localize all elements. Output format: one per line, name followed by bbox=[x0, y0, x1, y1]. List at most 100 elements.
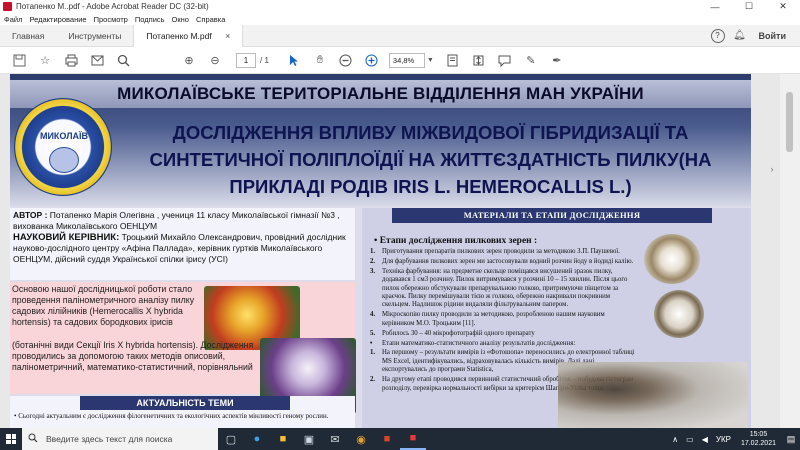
clock-date: 17.02.2021 bbox=[740, 440, 776, 447]
zoom-level-input[interactable]: 34,8% bbox=[388, 52, 425, 68]
search-icon bbox=[28, 433, 38, 446]
start-button[interactable] bbox=[0, 428, 22, 450]
intro-text: Основою нашої дослідницької роботи стало… bbox=[12, 284, 195, 327]
search-icon[interactable] bbox=[112, 49, 134, 71]
author-section: АВТОР : Потапенко Марія Олегівна , учени… bbox=[10, 208, 355, 280]
menu-window[interactable]: Окно bbox=[172, 15, 189, 24]
task-view-icon[interactable]: ▢ bbox=[218, 428, 244, 450]
page-total: / 1 bbox=[260, 55, 269, 65]
window-title-bar: Потапенко М..pdf - Adobe Acrobat Reader … bbox=[0, 0, 800, 13]
organization-name: МИКОЛАЇВСЬКЕ ТЕРИТОРІАЛЬНЕ ВІДДІЛЕННЯ МА… bbox=[117, 84, 644, 103]
minimize-button[interactable]: — bbox=[698, 0, 732, 13]
tab-home[interactable]: Главная bbox=[0, 25, 56, 47]
tab-bar: Главная Инструменты Потапенко М.pdf × ? … bbox=[0, 24, 800, 47]
tab-document[interactable]: Потапенко М.pdf × bbox=[133, 24, 244, 47]
zoom-dropdown-icon[interactable]: ▼ bbox=[427, 57, 434, 64]
save-icon[interactable] bbox=[8, 49, 30, 71]
notification-icon[interactable]: ▤ bbox=[782, 428, 800, 450]
relevance-text: • Сьогодні актуальним є дослідження філо… bbox=[14, 412, 329, 420]
poster-title-line-2: СИНТЕТИЧНОЇ ПОЛІПЛОЇДІЇ НА ЖИТТЄЗДАТНІСТ… bbox=[149, 149, 712, 170]
edge-icon[interactable]: ● bbox=[244, 428, 270, 450]
author-text: Потапенко Марія Олегівна , учениця 11 кл… bbox=[13, 210, 340, 231]
bell-icon[interactable]: 🔔︎ bbox=[733, 30, 747, 41]
poster-right-column: МАТЕРІАЛИ ТА ЕТАПИ ДОСЛІДЖЕННЯ • Етапи д… bbox=[362, 208, 751, 430]
poster-left-column: АВТОР : Потапенко Марія Олегівна , учени… bbox=[10, 208, 356, 430]
man-emblem-logo: МИКОЛАЇВ bbox=[14, 98, 112, 196]
pdf-page: МИКОЛАЇВСЬКЕ ТЕРИТОРІАЛЬНЕ ВІДДІЛЕННЯ МА… bbox=[10, 74, 751, 430]
pollen-micrograph-3 bbox=[558, 362, 748, 430]
email-icon[interactable] bbox=[86, 49, 108, 71]
menu-edit[interactable]: Редактирование bbox=[29, 15, 86, 24]
menu-sign[interactable]: Подпись bbox=[135, 15, 165, 24]
list-item: • Етапи математико-статистичного аналізу … bbox=[370, 339, 576, 347]
file-explorer-icon[interactable]: ■ bbox=[270, 428, 296, 450]
toolbar: ☆ ⊕︎ ⊖︎ 1 / 1 ✋︎ 34,8% ▼ ✎ ✒︎ bbox=[0, 47, 800, 74]
zoom-in-icon[interactable] bbox=[361, 49, 383, 71]
fit-page-icon[interactable] bbox=[442, 49, 464, 71]
bookmark-star-icon[interactable]: ☆ bbox=[34, 49, 56, 71]
print-icon[interactable] bbox=[60, 49, 82, 71]
materials-heading: МАТЕРІАЛИ ТА ЕТАПИ ДОСЛІДЖЕННЯ bbox=[392, 208, 712, 223]
menu-help[interactable]: Справка bbox=[196, 15, 225, 24]
list-item: 5. Робилось 30 – 40 мікрофотографій одног… bbox=[370, 329, 535, 337]
organization-banner: МИКОЛАЇВСЬКЕ ТЕРИТОРІАЛЬНЕ ВІДДІЛЕННЯ МА… bbox=[10, 80, 751, 108]
pollen-micrograph-1 bbox=[644, 234, 700, 284]
side-panel-toggle-icon[interactable]: › bbox=[765, 164, 779, 178]
volume-icon[interactable]: ◀︎ bbox=[702, 435, 708, 444]
maximize-button[interactable]: ☐ bbox=[732, 0, 766, 13]
sign-icon[interactable]: ✒︎ bbox=[546, 49, 568, 71]
close-tab-icon[interactable]: × bbox=[225, 31, 230, 41]
windows-taskbar: Введите здесь текст для поиска ▢ ● ■ ▣ ✉… bbox=[0, 428, 800, 450]
poster-title-line-1: ДОСЛІДЖЕННЯ ВПЛИВУ МІЖВИДОВОЇ ГІБРИДИЗАЦ… bbox=[172, 122, 689, 143]
powerpoint-icon[interactable]: ■ bbox=[374, 428, 400, 450]
intro-text-continued: (ботанічні види Секції Iris X hybrida ho… bbox=[12, 340, 254, 372]
chrome-icon[interactable]: ◉ bbox=[348, 428, 374, 450]
list-item: 4. Мікроскопію пилку проводили за методик… bbox=[370, 311, 605, 327]
comment-icon[interactable] bbox=[494, 49, 516, 71]
language-indicator[interactable]: УКР bbox=[716, 435, 731, 444]
network-icon[interactable]: ▭ bbox=[686, 435, 694, 444]
intro-section: Основою нашої дослідницької роботи стало… bbox=[10, 282, 356, 414]
taskbar-search[interactable]: Введите здесь текст для поиска bbox=[22, 428, 218, 450]
system-tray: ∧ ▭ ◀︎ УКР 15:05 17.02.2021 ▤ bbox=[668, 428, 800, 450]
poster-title: ДОСЛІДЖЕННЯ ВПЛИВУ МІЖВИДОВОЇ ГІБРИДИЗАЦ… bbox=[110, 119, 751, 200]
iris-emblem-icon bbox=[49, 147, 79, 173]
hand-tool-icon[interactable]: ✋︎ bbox=[309, 49, 331, 71]
store-icon[interactable]: ▣ bbox=[296, 428, 322, 450]
page-number-input[interactable]: 1 bbox=[236, 52, 256, 68]
tray-expand-icon[interactable]: ∧ bbox=[672, 435, 678, 444]
scrollbar-thumb[interactable] bbox=[786, 92, 793, 152]
next-page-icon[interactable]: ⊖︎ bbox=[204, 49, 226, 71]
list-item: 3. Техніка фарбування: на предметне скель… bbox=[370, 267, 628, 309]
search-placeholder: Введите здесь текст для поиска bbox=[46, 434, 173, 444]
list-item: 1. Приготування препаратів пилкових зерен… bbox=[370, 248, 620, 255]
author-label: АВТОР : bbox=[13, 210, 48, 220]
zoom-out-icon[interactable] bbox=[335, 49, 357, 71]
select-cursor-icon[interactable] bbox=[283, 49, 305, 71]
poster-title-line-3: ПРИКЛАДІ РОДІВ IRIS L. HEMEROCALLIS L.) bbox=[229, 176, 632, 197]
menu-view[interactable]: Просмотр bbox=[94, 15, 128, 24]
document-viewport[interactable]: МИКОЛАЇВСЬКЕ ТЕРИТОРІАЛЬНЕ ВІДДІЛЕННЯ МА… bbox=[0, 74, 800, 430]
window-title: Потапенко М..pdf - Adobe Acrobat Reader … bbox=[16, 2, 209, 11]
clock-time: 15:05 bbox=[749, 431, 768, 438]
help-icon[interactable]: ? bbox=[710, 28, 725, 43]
sign-in-button[interactable]: Войти bbox=[759, 31, 786, 41]
scroll-mode-icon[interactable] bbox=[468, 49, 490, 71]
acrobat-app-icon bbox=[3, 2, 12, 11]
list-item: 2. Для фарбування пилкових зерен ми засто… bbox=[370, 257, 634, 265]
menu-bar: Файл Редактирование Просмотр Подпись Окн… bbox=[0, 13, 800, 25]
close-window-button[interactable]: ✕ bbox=[766, 0, 800, 13]
mail-icon[interactable]: ✉ bbox=[322, 428, 348, 450]
windows-logo-icon bbox=[6, 434, 16, 444]
clock[interactable]: 15:05 17.02.2021 bbox=[741, 430, 776, 448]
previous-page-icon[interactable]: ⊕︎ bbox=[178, 49, 200, 71]
acrobat-taskbar-icon[interactable]: ■ bbox=[400, 428, 426, 450]
stages-title: • Етапи дослідження пилкових зерен : bbox=[374, 236, 538, 246]
tab-tools[interactable]: Инструменты bbox=[56, 25, 133, 47]
emblem-text: МИКОЛАЇВ bbox=[39, 131, 89, 141]
relevance-section: АКТУАЛЬНІСТЬ ТЕМИ • Сьогодні актуальним … bbox=[10, 396, 355, 430]
vertical-scrollbar[interactable] bbox=[780, 74, 800, 430]
menu-file[interactable]: Файл bbox=[4, 15, 22, 24]
supervisor-label: НАУКОВИЙ КЕРІВНИК: bbox=[13, 232, 120, 243]
highlight-pen-icon[interactable]: ✎ bbox=[520, 49, 542, 71]
